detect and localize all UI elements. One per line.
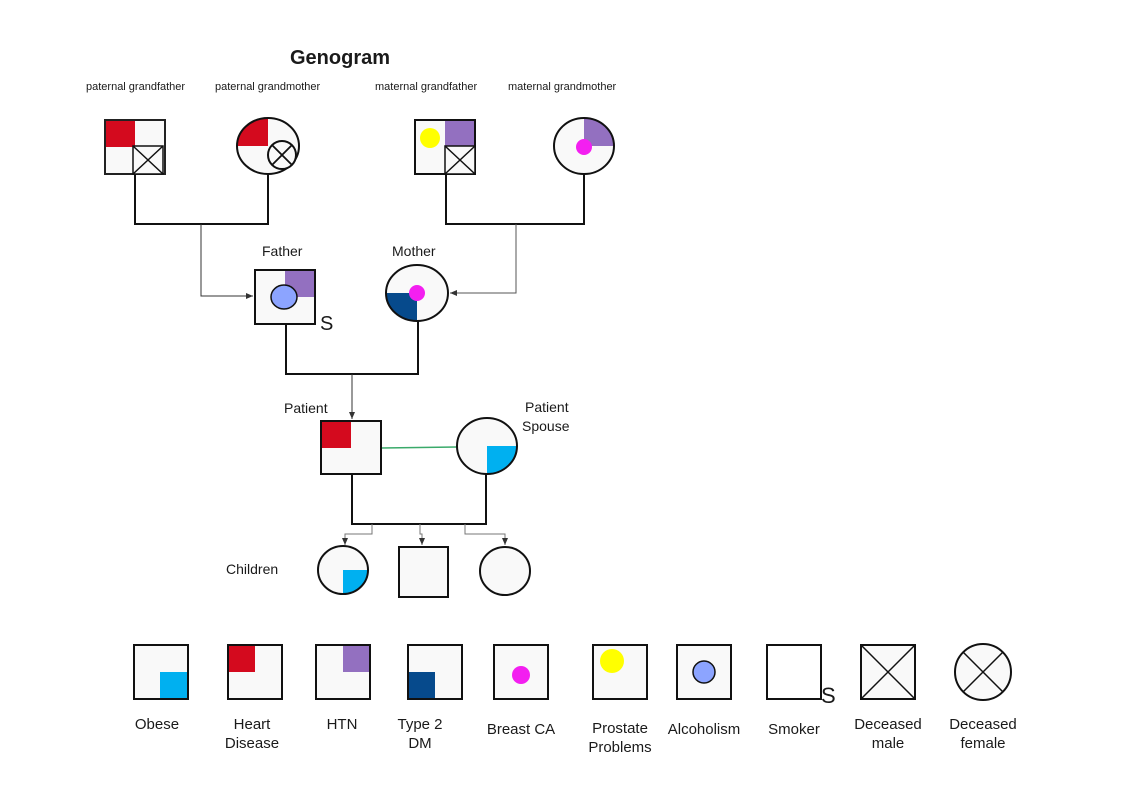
deceased-mark-icon [444,145,476,175]
prostate-marker-icon [420,128,440,148]
paternal-grandfather-symbol[interactable] [104,119,166,175]
legend-type2-dm-label: Type 2 DM [397,716,443,752]
mother-symbol[interactable] [385,264,449,322]
maternal-couple-line [445,174,585,225]
legend-heart-disease-icon [227,644,283,700]
father-label: Father [262,243,303,259]
maternal-grandmother-symbol[interactable] [553,117,615,175]
maternal-descent-line [450,224,517,296]
paternal-grandfather-label: paternal grandfather [86,81,186,93]
spouse-label-line1: Patient [525,399,569,415]
legend-deceased-female-icon [954,643,1012,701]
maternal-grandfather-symbol[interactable] [414,119,476,175]
father-smoker-mark: S [320,313,334,335]
deceased-mark-icon [267,140,297,170]
marriage-line [380,446,458,449]
legend-breast-ca-icon [493,644,549,700]
paternal-grandmother-label: paternal grandmother [215,81,321,93]
spouse-label-line2: Spouse [522,418,570,434]
paternal-grandmother-symbol[interactable] [236,117,300,175]
patient-symbol[interactable] [320,420,382,475]
legend-smoker-icon [766,644,822,700]
page-title: Genogram [290,47,391,69]
breast-ca-marker-icon [576,139,592,155]
patient-couple-line [351,474,487,525]
connectors [134,174,585,545]
child2-line [419,524,425,545]
child-3-symbol[interactable] [479,546,531,596]
patient-label: Patient [284,400,328,416]
legend-prostate-icon [592,644,648,700]
paternal-descent-line [200,224,253,299]
mother-label: Mother [392,243,436,259]
paternal-couple-line [134,174,269,225]
legend-deceased-male-label: Deceased male [854,716,922,752]
legend-breast-ca-label: Breast CA [486,721,556,738]
maternal-grandfather-label: maternal grandfather [375,81,478,93]
child-2-symbol[interactable] [398,546,449,598]
legend-obese-icon [133,644,189,700]
legend-obese-label: Obese [134,716,180,733]
maternal-grandmother-label: maternal grandmother [508,81,617,93]
legend-smoker-mark: S [821,683,836,708]
deceased-mark-icon [132,145,164,175]
father-symbol[interactable] [254,269,316,325]
spouse-symbol[interactable] [456,417,518,475]
child-1-symbol[interactable] [317,545,369,595]
legend-type2-dm-icon [407,644,463,700]
genogram-canvas [104,117,1012,701]
children-label: Children [226,561,279,577]
child1-line [342,524,373,545]
alcoholism-marker-icon [270,284,298,310]
parents-couple-line [285,321,419,375]
legend-deceased-female-label: Deceased female [949,716,1017,752]
breast-ca-marker-icon [409,285,425,301]
legend-deceased-male-icon [860,644,916,700]
legend-htn-icon [315,644,371,700]
legend-alcoholism-icon [676,644,732,700]
child3-line [464,524,508,545]
